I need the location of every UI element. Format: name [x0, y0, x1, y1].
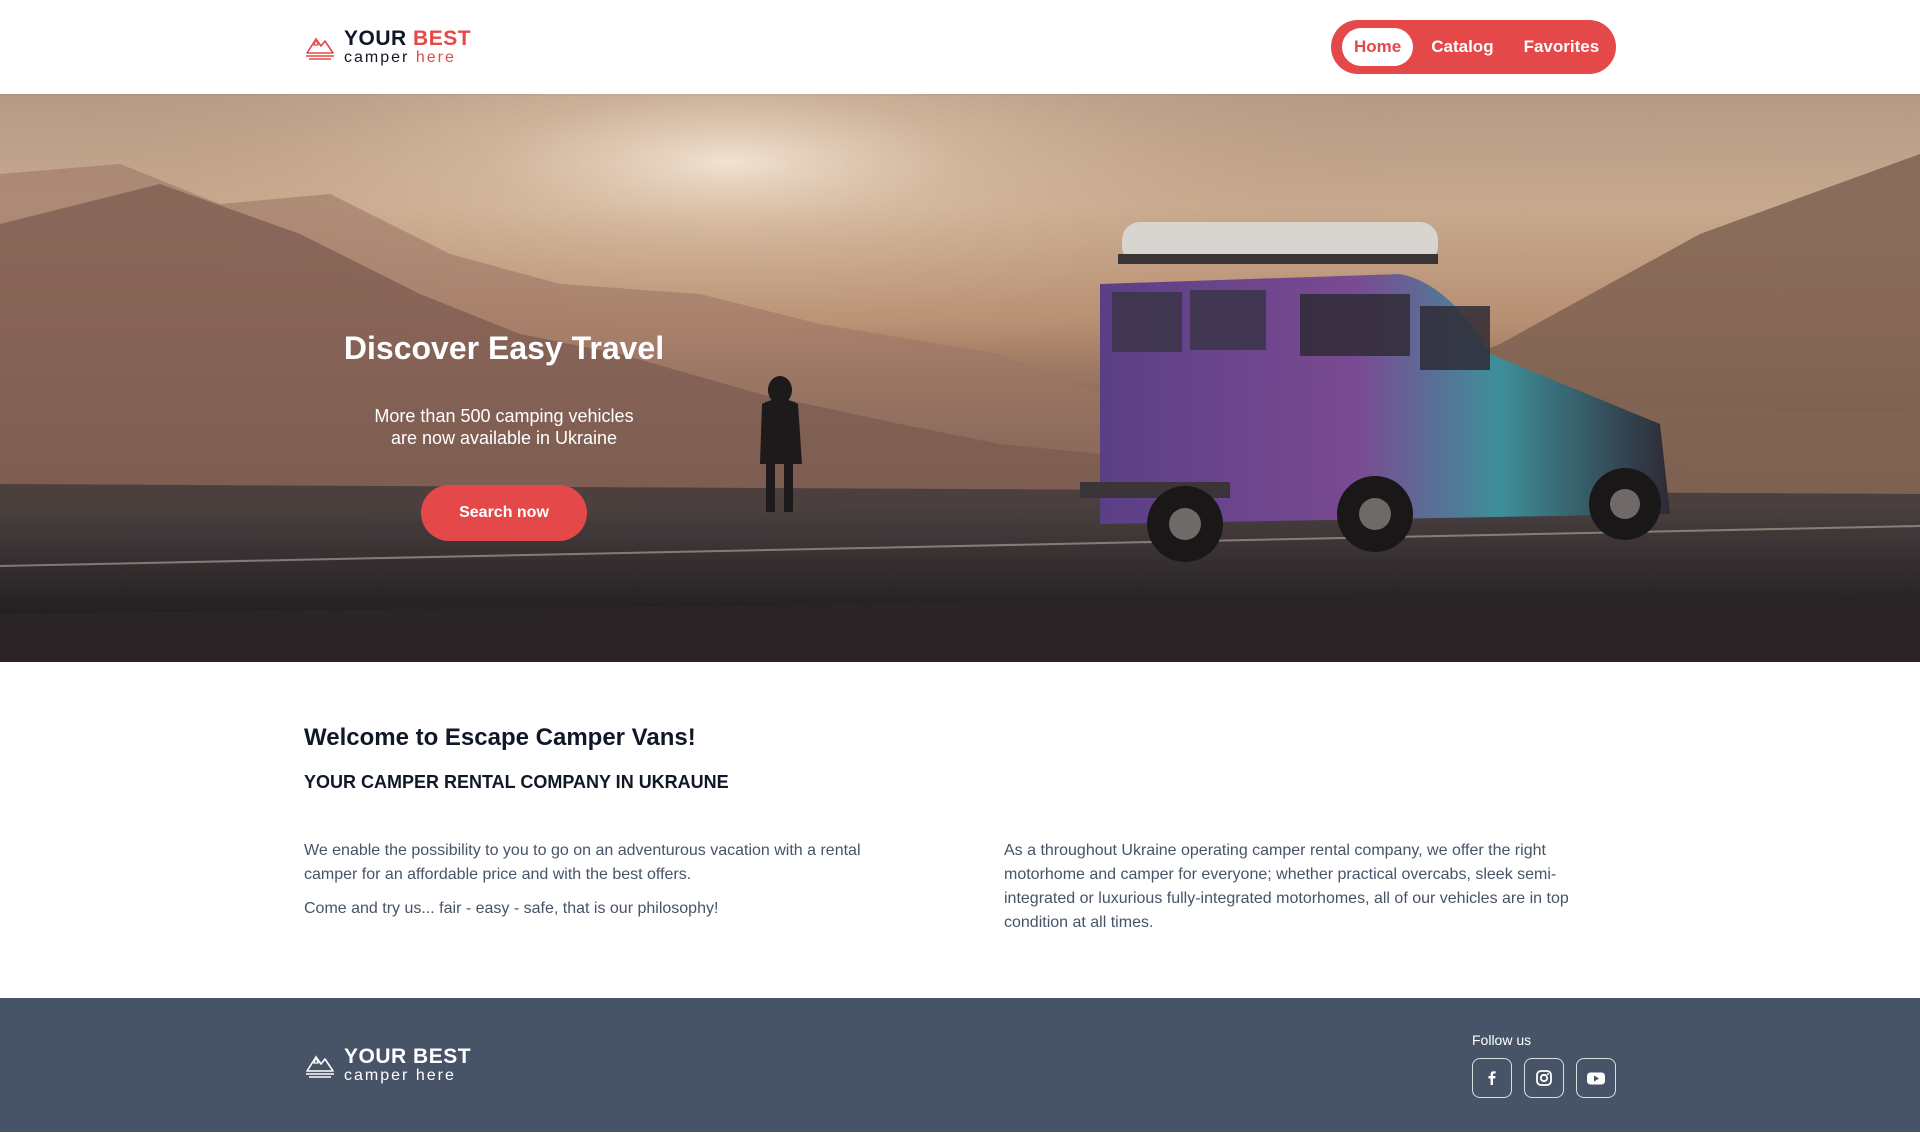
footer-brand-logo[interactable]: YOUR BEST camper here	[304, 1046, 471, 1084]
footer-brand-line1-main: YOUR	[344, 1045, 407, 1068]
hero-section: Discover Easy Travel More than 500 campi…	[0, 94, 1920, 662]
nav-item-home[interactable]: Home	[1342, 28, 1414, 66]
social-links	[1472, 1058, 1616, 1098]
welcome-right-column: As a throughout Ukraine operating camper…	[1004, 839, 1616, 935]
site-footer: YOUR BEST camper here Follow us	[0, 998, 1920, 1132]
welcome-title: Welcome to Escape Camper Vans!	[304, 724, 696, 751]
brand-line1-main: YOUR	[344, 27, 407, 50]
facebook-link[interactable]	[1472, 1058, 1512, 1098]
welcome-subtitle: YOUR CAMPER RENTAL COMPANY IN UKRAUNE	[304, 772, 729, 792]
nav-item-favorites[interactable]: Favorites	[1512, 28, 1612, 66]
hero-title: Discover Easy Travel	[343, 330, 665, 366]
hero-subtitle: More than 500 camping vehicles are now a…	[304, 405, 704, 449]
hero-background-image	[0, 94, 1920, 662]
welcome-columns: We enable the possibility to you to go o…	[304, 839, 1616, 935]
brand-logo[interactable]: YOUR BEST camper here	[304, 28, 471, 66]
youtube-icon	[1587, 1072, 1605, 1085]
footer-brand-line1-accent: BEST	[413, 1045, 472, 1068]
brand-line2-main: camper	[344, 49, 410, 66]
footer-brand-line2-accent: here	[415, 1067, 456, 1084]
hero-subtitle-line1: More than 500 camping vehicles	[374, 406, 634, 426]
main-nav: Home Catalog Favorites	[1331, 20, 1616, 74]
brand-line1-accent: BEST	[413, 27, 472, 50]
welcome-section: Welcome to Escape Camper Vans! YOUR CAMP…	[304, 724, 1616, 935]
welcome-left-paragraph-1: We enable the possibility to you to go o…	[304, 842, 861, 883]
welcome-left-paragraph-2: Come and try us... fair - easy - safe, t…	[304, 900, 719, 917]
follow-us: Follow us	[1472, 1032, 1616, 1098]
mountain-logo-icon	[306, 37, 334, 60]
instagram-link[interactable]	[1524, 1058, 1564, 1098]
youtube-link[interactable]	[1576, 1058, 1616, 1098]
brand-line2-accent: here	[415, 49, 456, 66]
instagram-icon	[1536, 1070, 1552, 1086]
hero-content: Discover Easy Travel More than 500 campi…	[304, 330, 704, 541]
search-now-button[interactable]: Search now	[421, 485, 587, 541]
facebook-icon	[1488, 1071, 1496, 1085]
welcome-right-paragraph-1: As a throughout Ukraine operating camper…	[1004, 842, 1569, 931]
site-header: YOUR BEST camper here Home Catalog Favor…	[0, 0, 1920, 94]
follow-us-label: Follow us	[1472, 1032, 1532, 1048]
mountain-logo-icon	[306, 1055, 334, 1078]
nav-item-catalog[interactable]: Catalog	[1419, 28, 1505, 66]
welcome-left-column: We enable the possibility to you to go o…	[304, 839, 916, 935]
hero-subtitle-line2: are now available in Ukraine	[390, 428, 618, 448]
footer-brand-line2-main: camper	[344, 1067, 410, 1084]
